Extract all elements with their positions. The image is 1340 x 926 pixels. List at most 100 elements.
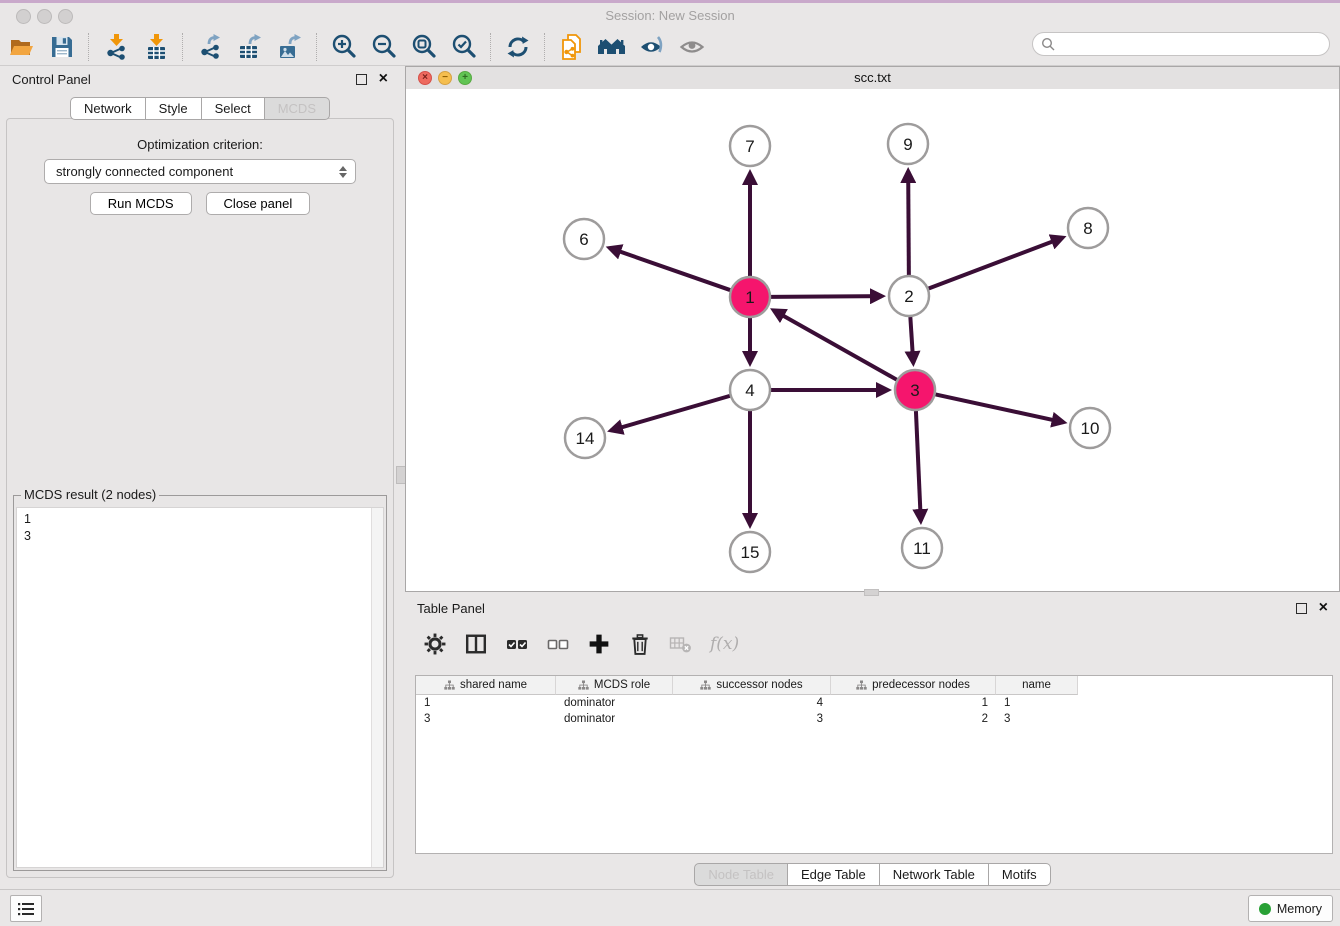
column-header-name[interactable]: name (996, 676, 1078, 695)
graph-edge-2-3[interactable] (910, 317, 913, 363)
add-column-button[interactable] (587, 632, 611, 656)
graph-edge-2-8[interactable] (929, 238, 1063, 289)
graph-node-label-14: 14 (576, 429, 595, 448)
export-table-icon (237, 33, 264, 60)
column-label: name (1022, 679, 1051, 691)
home-network-button[interactable] (592, 31, 632, 63)
graph-node-label-10: 10 (1081, 419, 1100, 438)
table-row[interactable]: 3dominator323 (416, 711, 1332, 727)
fx-icon: f(x) (710, 634, 739, 654)
node-table[interactable]: shared name MCDS rolesuccessor nodesprede… (415, 675, 1333, 854)
float-panel-icon[interactable] (356, 74, 367, 85)
network-from-document-button[interactable] (552, 31, 592, 63)
delete-columns-button[interactable] (628, 632, 652, 656)
open-session-button[interactable] (2, 31, 42, 63)
hierarchy-icon (578, 680, 589, 691)
graph-edge-1-6[interactable] (609, 248, 730, 290)
list-icon (17, 901, 35, 917)
zoom-fit-button[interactable] (404, 31, 444, 63)
tab-style[interactable]: Style (146, 97, 202, 120)
zoom-in-button[interactable] (324, 31, 364, 63)
result-scrollbar[interactable] (371, 508, 383, 867)
cell-predecessor-nodes[interactable]: 1 (831, 697, 996, 709)
tab-edge-table[interactable]: Edge Table (788, 863, 880, 886)
unselect-all-columns-button[interactable] (546, 632, 570, 656)
export-network-button[interactable] (190, 31, 230, 63)
graph-edge-2-9[interactable] (908, 171, 909, 275)
memory-button[interactable]: Memory (1248, 895, 1333, 922)
network-window-title: scc.txt (406, 70, 1339, 85)
table-panel: Table Panel × (405, 595, 1340, 890)
cell-name[interactable]: 1 (996, 697, 1078, 709)
toolbar-separator (316, 33, 318, 61)
tab-select[interactable]: Select (202, 97, 265, 120)
show-all-button[interactable] (672, 31, 712, 63)
mcds-result-list[interactable]: 1 3 (24, 511, 369, 865)
graph-node-label-8: 8 (1083, 219, 1092, 238)
network-window-titlebar[interactable]: × − + scc.txt (406, 67, 1339, 90)
export-table-button[interactable] (230, 31, 270, 63)
select-all-columns-button[interactable] (505, 632, 529, 656)
unchecked-boxes-icon (547, 633, 569, 655)
task-history-button[interactable] (10, 895, 42, 922)
tab-node-table[interactable]: Node Table (694, 863, 788, 886)
column-label: shared name (460, 679, 527, 691)
import-network-button[interactable] (96, 31, 136, 63)
network-canvas[interactable]: 7968124314101511 (406, 89, 1339, 591)
close-panel-button[interactable]: Close panel (206, 192, 311, 215)
table-toolbar: f(x) (423, 625, 739, 663)
graph-edge-4-14[interactable] (611, 396, 730, 431)
graph-edge-3-11[interactable] (916, 411, 921, 521)
refresh-layout-button[interactable] (498, 31, 538, 63)
save-session-button[interactable] (42, 31, 82, 63)
tab-network[interactable]: Network (70, 97, 146, 120)
graph-edge-3-10[interactable] (936, 394, 1064, 422)
import-network-icon (103, 33, 130, 60)
column-header-successor-nodes[interactable]: successor nodes (673, 676, 831, 695)
trash-icon (629, 633, 651, 655)
zoom-out-button[interactable] (364, 31, 404, 63)
show-columns-button[interactable] (464, 632, 488, 656)
graph-edge-3-1[interactable] (774, 310, 897, 379)
cell-mcds-role[interactable]: dominator (556, 697, 673, 709)
export-network-icon (197, 33, 224, 60)
search-box (1032, 32, 1330, 56)
import-table-button[interactable] (136, 31, 176, 63)
export-image-icon (277, 33, 304, 60)
zoom-selected-button[interactable] (444, 31, 484, 63)
optimization-criterion-label: Optimization criterion: (7, 137, 393, 152)
float-table-panel-icon[interactable] (1296, 603, 1307, 614)
cell-successor-nodes[interactable]: 4 (673, 697, 831, 709)
cell-name[interactable]: 3 (996, 713, 1078, 725)
cell-predecessor-nodes[interactable]: 2 (831, 713, 996, 725)
cell-mcds-role[interactable]: dominator (556, 713, 673, 725)
tab-mcds[interactable]: MCDS (265, 97, 330, 120)
graph-node-label-15: 15 (741, 543, 760, 562)
table-settings-button[interactable] (423, 632, 447, 656)
graph-edge-1-2[interactable] (771, 296, 882, 297)
hide-selection-button[interactable] (632, 31, 672, 63)
tab-network-table[interactable]: Network Table (880, 863, 989, 886)
column-header-mcds-role[interactable]: MCDS role (556, 676, 673, 695)
table-row[interactable]: 1dominator411 (416, 695, 1332, 711)
delete-table-button[interactable] (669, 632, 693, 656)
graph-node-label-7: 7 (745, 137, 754, 156)
cell-shared-name[interactable]: 1 (416, 697, 556, 709)
criterion-dropdown[interactable]: strongly connected component (44, 159, 356, 184)
checked-boxes-icon (506, 633, 528, 655)
mcds-result-box: 1 3 (16, 507, 384, 868)
close-table-panel-icon[interactable]: × (1319, 603, 1328, 613)
function-builder-button[interactable]: f(x) (710, 632, 739, 656)
cell-successor-nodes[interactable]: 3 (673, 713, 831, 725)
run-mcds-button[interactable]: Run MCDS (90, 192, 192, 215)
zoom-out-icon (371, 33, 398, 60)
export-image-button[interactable] (270, 31, 310, 63)
search-input[interactable] (1055, 36, 1309, 52)
tab-motifs[interactable]: Motifs (989, 863, 1051, 886)
column-header-shared-name[interactable]: shared name (416, 676, 556, 695)
close-panel-icon[interactable]: × (379, 74, 388, 84)
column-header-predecessor-nodes[interactable]: predecessor nodes (831, 676, 996, 695)
cell-shared-name[interactable]: 3 (416, 713, 556, 725)
graph-node-label-1: 1 (745, 288, 754, 307)
graph-node-label-2: 2 (904, 287, 913, 306)
